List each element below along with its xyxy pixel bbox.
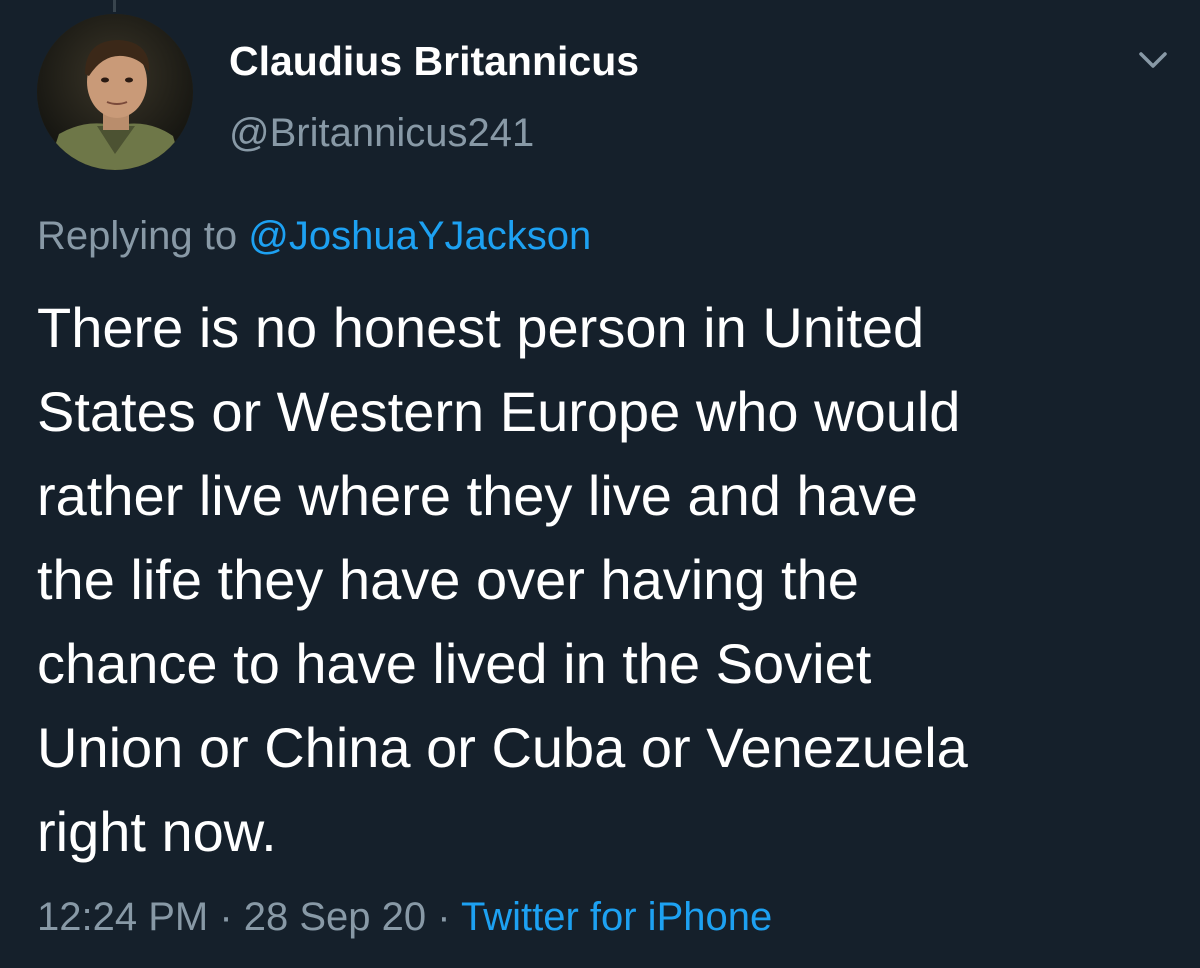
thread-connector-line: [113, 0, 116, 12]
tweet-card: Claudius Britannicus @Britannicus241 Rep…: [0, 0, 1200, 968]
tweet-time[interactable]: 12:24 PM: [37, 895, 208, 939]
display-name[interactable]: Claudius Britannicus: [229, 37, 639, 85]
tweet-date[interactable]: 28 Sep 20: [244, 895, 426, 939]
user-handle[interactable]: @Britannicus241: [229, 109, 534, 157]
tweet-text: There is no honest person in United Stat…: [37, 296, 968, 863]
separator-dot: ·: [426, 895, 461, 939]
replying-to: Replying to @JoshuaYJackson: [37, 210, 591, 262]
tweet-metadata: 12:24 PM · 28 Sep 20 · Twitter for iPhon…: [37, 891, 772, 943]
avatar[interactable]: [37, 14, 193, 170]
tweet-source-link[interactable]: Twitter for iPhone: [461, 895, 772, 939]
reply-mention-link[interactable]: @JoshuaYJackson: [248, 214, 591, 258]
chevron-down-icon[interactable]: [1131, 40, 1175, 80]
separator-dot: ·: [208, 895, 244, 939]
avatar-image: [37, 14, 193, 170]
replying-to-label: Replying to: [37, 214, 249, 258]
